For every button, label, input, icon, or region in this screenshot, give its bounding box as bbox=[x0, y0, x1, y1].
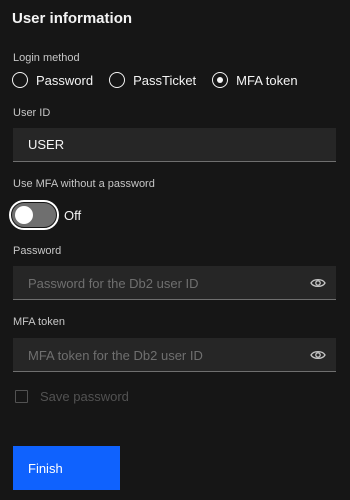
eye-icon[interactable] bbox=[310, 276, 326, 290]
save-password-checkbox[interactable] bbox=[15, 390, 28, 403]
password-placeholder: Password for the Db2 user ID bbox=[28, 276, 199, 291]
password-input[interactable]: Password for the Db2 user ID bbox=[13, 266, 336, 300]
login-method-label: Login method bbox=[13, 52, 80, 64]
mfa-toggle-state: Off bbox=[64, 207, 82, 223]
user-id-label: User ID bbox=[13, 107, 51, 119]
login-method-radio-group: Password PassTicket MFA token bbox=[12, 71, 314, 89]
radio-label-passticket: PassTicket bbox=[133, 72, 197, 88]
radio-circle-passticket[interactable] bbox=[109, 72, 126, 88]
mfa-token-placeholder: MFA token for the Db2 user ID bbox=[28, 348, 203, 363]
radio-passticket[interactable]: PassTicket bbox=[109, 72, 196, 88]
radio-label-password: Password bbox=[36, 72, 94, 88]
radio-mfa-token[interactable]: MFA token bbox=[212, 72, 298, 88]
radio-circle-mfa-token[interactable] bbox=[212, 72, 229, 88]
password-label: Password bbox=[13, 245, 62, 257]
radio-circle-password[interactable] bbox=[12, 72, 28, 88]
mfa-token-label: MFA token bbox=[13, 316, 65, 328]
page-title: User information bbox=[12, 10, 133, 27]
save-password-row: Save password bbox=[15, 389, 129, 404]
mfa-token-input[interactable]: MFA token for the Db2 user ID bbox=[13, 338, 336, 372]
finish-button[interactable]: Finish bbox=[13, 446, 120, 490]
radio-password[interactable]: Password bbox=[12, 72, 93, 88]
toggle-knob bbox=[15, 206, 33, 224]
mfa-toggle-group: Off bbox=[9, 200, 82, 230]
mfa-toggle[interactable] bbox=[9, 200, 59, 230]
user-id-input[interactable]: USER bbox=[13, 128, 336, 162]
mfa-toggle-label: Use MFA without a password bbox=[13, 178, 155, 190]
radio-label-mfa-token: MFA token bbox=[236, 72, 298, 88]
user-id-value: USER bbox=[28, 137, 65, 152]
eye-icon[interactable] bbox=[310, 348, 326, 362]
save-password-label: Save password bbox=[40, 389, 129, 404]
